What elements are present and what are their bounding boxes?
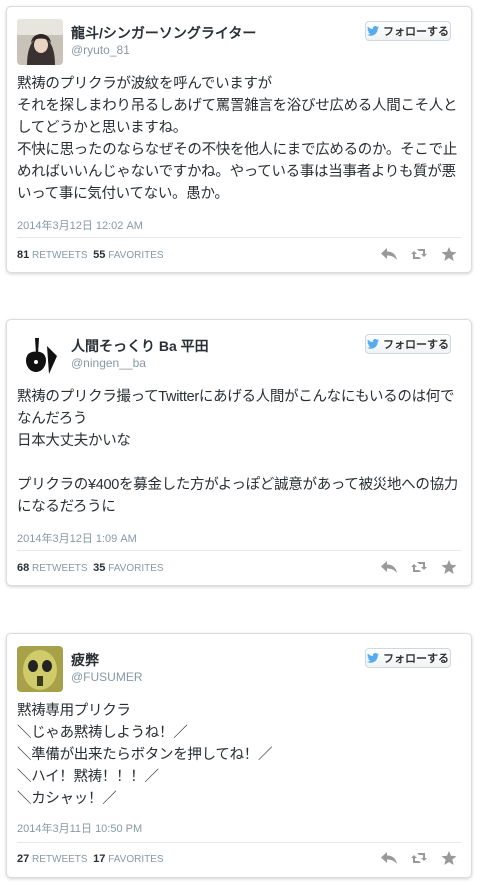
follow-label: フォローする	[383, 26, 449, 38]
star-icon[interactable]	[441, 560, 457, 574]
tweet-card: 人間そっくり Ba 平田 @ningen__ba フォローする 黙祷のプリクラ撮…	[6, 319, 472, 586]
favorites-label: FAVORITES	[108, 250, 164, 261]
author-handle[interactable]: @FUSUMER	[71, 670, 143, 684]
avatar[interactable]	[17, 19, 63, 65]
retweet-count[interactable]: 68	[17, 562, 29, 574]
favorites-label: FAVORITES	[108, 854, 164, 865]
tweet-stats: 81 RETWEETS 55 FAVORITES	[17, 249, 164, 261]
tweet-timestamp[interactable]: 2014年3月11日 10:50 PM	[17, 820, 142, 836]
follow-label: フォローする	[383, 339, 449, 351]
twitter-bird-icon	[367, 26, 379, 36]
author-name[interactable]: 人間そっくり Ba 平田	[71, 336, 209, 356]
tweet-stats: 68 RETWEETS 35 FAVORITES	[17, 562, 164, 574]
tweet-card: 疲弊 @FUSUMER フォローする 黙祷専用プリクラ ＼じゃあ黙祷しようね！／…	[6, 633, 472, 878]
twitter-bird-icon	[367, 339, 379, 349]
retweet-count[interactable]: 27	[17, 853, 29, 865]
avatar[interactable]	[17, 646, 63, 692]
reply-icon[interactable]	[381, 560, 397, 574]
reply-icon[interactable]	[381, 247, 397, 261]
divider	[17, 237, 461, 238]
retweets-label: RETWEETS	[32, 250, 88, 261]
tweet-timestamp[interactable]: 2014年3月12日 12:02 AM	[17, 217, 143, 233]
tweet-text: 黙祷のプリクラが波紋を呼んでいますが それを探しまわり吊るしあげて罵詈雑言を浴び…	[17, 76, 458, 202]
retweets-label: RETWEETS	[32, 563, 88, 574]
favorite-count[interactable]: 55	[93, 249, 105, 261]
divider	[17, 842, 461, 843]
reply-icon[interactable]	[381, 851, 397, 865]
author-handle[interactable]: @ryuto_81	[71, 43, 130, 57]
retweet-count[interactable]: 81	[17, 249, 29, 261]
retweet-icon[interactable]	[411, 560, 427, 574]
tweet-text: 黙祷のプリクラ撮ってTwitterにあげる人間がこんなにもいるのは何でなんだろう…	[17, 389, 458, 515]
divider	[17, 550, 461, 551]
retweets-label: RETWEETS	[32, 854, 88, 865]
tweet-actions	[381, 560, 457, 574]
tweet-card: 龍斗/シンガーソングライター @ryuto_81 フォローする 黙祷のプリクラが…	[6, 6, 472, 273]
star-icon[interactable]	[441, 851, 457, 865]
favorites-label: FAVORITES	[108, 563, 164, 574]
author-name[interactable]: 龍斗/シンガーソングライター	[71, 23, 256, 43]
tweet-actions	[381, 247, 457, 261]
tweet-actions	[381, 851, 457, 865]
follow-button[interactable]: フォローする	[365, 648, 451, 668]
tweet-timestamp[interactable]: 2014年3月12日 1:09 AM	[17, 530, 137, 546]
tweet-text: 黙祷専用プリクラ ＼じゃあ黙祷しようね！／ ＼準備が出来たらボタンを押してね！／…	[17, 703, 273, 807]
favorite-count[interactable]: 35	[93, 562, 105, 574]
retweet-icon[interactable]	[411, 247, 427, 261]
follow-button[interactable]: フォローする	[365, 21, 451, 41]
retweet-icon[interactable]	[411, 851, 427, 865]
author-name[interactable]: 疲弊	[71, 650, 99, 670]
favorite-count[interactable]: 17	[93, 853, 105, 865]
tweet-stats: 27 RETWEETS 17 FAVORITES	[17, 853, 164, 865]
author-handle[interactable]: @ningen__ba	[71, 356, 146, 370]
follow-button[interactable]: フォローする	[365, 334, 451, 354]
follow-label: フォローする	[383, 653, 449, 665]
twitter-bird-icon	[367, 653, 379, 663]
star-icon[interactable]	[441, 247, 457, 261]
avatar[interactable]	[17, 332, 63, 378]
